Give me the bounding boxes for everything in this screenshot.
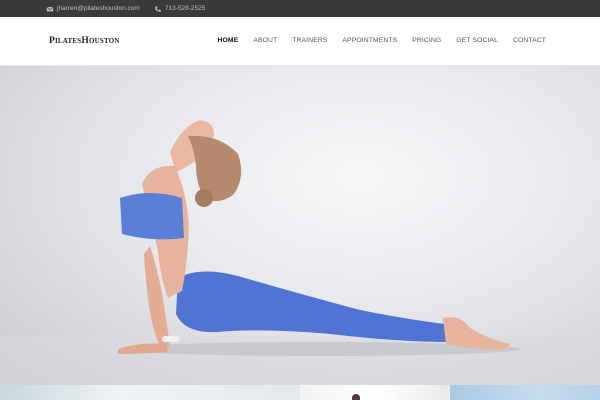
email-contact[interactable]: jharren@pilateshouston.com	[46, 5, 140, 13]
feature-tiles	[0, 385, 600, 400]
email-text[interactable]: jharren@pilateshouston.com	[57, 5, 140, 12]
tile-image-2[interactable]	[300, 385, 450, 400]
tile-figure	[352, 394, 360, 400]
envelope-icon	[46, 5, 54, 13]
hero-image	[0, 120, 600, 385]
top-bar: jharren@pilateshouston.com 713-528-2525	[0, 0, 600, 17]
phone-contact[interactable]: 713-528-2525	[154, 5, 205, 13]
nav-item-trainers[interactable]: TRAINERS	[292, 37, 327, 44]
site-logo[interactable]: PilatesHouston	[49, 36, 120, 46]
phone-icon	[154, 5, 162, 13]
hero-banner	[0, 66, 600, 385]
phone-text[interactable]: 713-528-2525	[165, 5, 205, 12]
tile-image-3[interactable]	[450, 385, 600, 400]
nav-item-get-social[interactable]: GET SOCIAL	[456, 37, 498, 44]
nav-item-pricing[interactable]: PRICING	[412, 37, 441, 44]
main-nav: HOME ABOUT TRAINERS APPOINTMENTS PRICING…	[203, 37, 546, 44]
site-header: PilatesHouston HOME ABOUT TRAINERS APPOI…	[0, 17, 600, 66]
nav-item-about[interactable]: ABOUT	[253, 37, 277, 44]
nav-item-contact[interactable]: CONTACT	[513, 37, 546, 44]
nav-item-home[interactable]: HOME	[218, 37, 239, 44]
nav-item-appointments[interactable]: APPOINTMENTS	[342, 37, 397, 44]
tile-image-1[interactable]	[0, 385, 300, 400]
